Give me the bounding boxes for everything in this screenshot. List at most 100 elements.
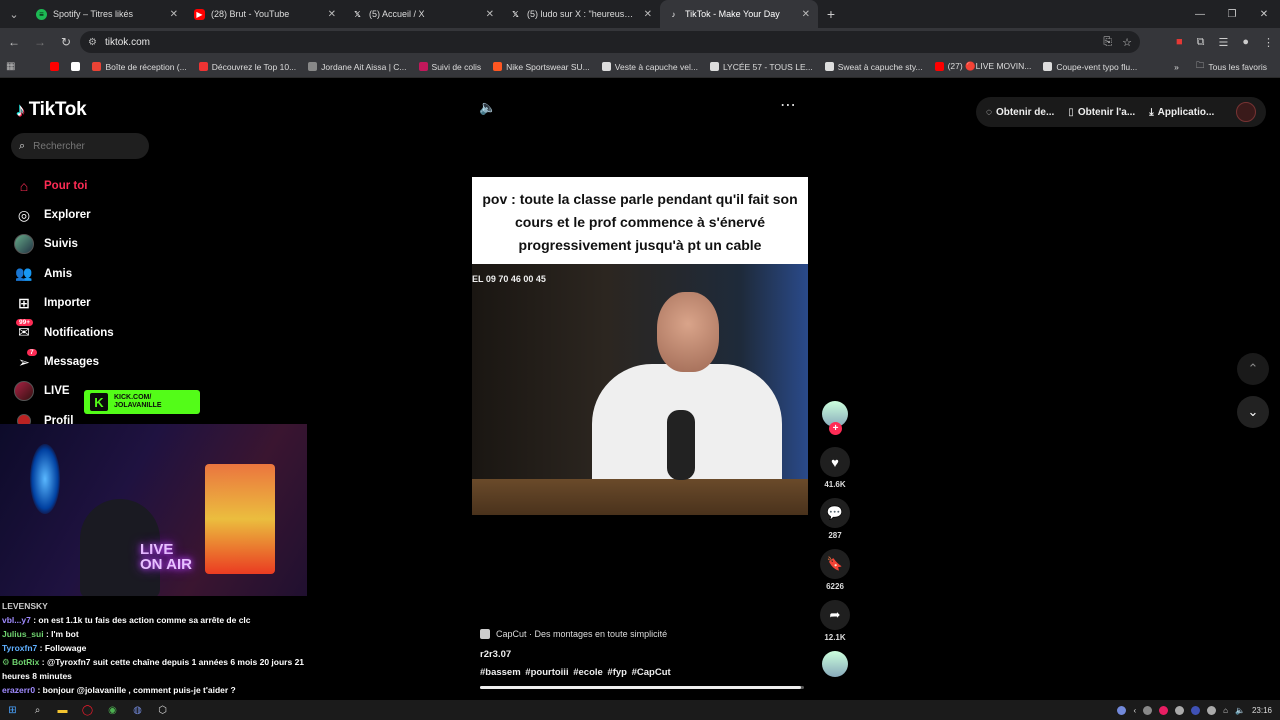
sidebar-item-messages[interactable]: ➢ 7 Messages	[14, 347, 204, 376]
tray-app-icon[interactable]	[1143, 705, 1153, 715]
windows-start-icon[interactable]: ⊞	[0, 700, 25, 720]
discord-tray-icon[interactable]	[1117, 705, 1127, 715]
video-progress-bar[interactable]	[480, 686, 804, 689]
maximize-icon[interactable]: ❐	[1216, 0, 1248, 28]
bookmark-youtube[interactable]	[47, 62, 62, 71]
profile-avatar[interactable]: ●	[1242, 36, 1249, 48]
bookmark-live[interactable]: (27) 🔴LIVE MOVIN...	[932, 61, 1035, 72]
bookmark-coupe-vent[interactable]: Coupe-vent typo flu...	[1040, 62, 1140, 72]
bookmark-suivi[interactable]: Suivi de colis	[416, 62, 485, 72]
author-name[interactable]: r2r3.07	[480, 649, 810, 660]
save-button[interactable]: 🔖	[820, 549, 850, 579]
bookmark-lycee[interactable]: LYCÉE 57 - TOUS LE...	[707, 62, 816, 72]
install-app-icon[interactable]: ⎘	[1103, 36, 1112, 49]
bookmark-label: Suivi de colis	[431, 61, 482, 72]
tab-spotify[interactable]: ≡ Spotify – Titres likés ✕	[28, 0, 186, 28]
sidebar-item-importer[interactable]: ⊞ Importer	[14, 289, 204, 318]
tab-youtube[interactable]: ▶ (28) Brut - YouTube ✕	[186, 0, 344, 28]
close-tab-icon[interactable]: ✕	[486, 9, 494, 20]
close-tab-icon[interactable]: ✕	[170, 9, 178, 20]
video-player[interactable]: pov : toute la classe parle pendant qu'i…	[472, 177, 808, 515]
file-explorer-icon[interactable]: ▬	[50, 700, 75, 720]
search-input[interactable]: ⌕ Rechercher	[11, 133, 149, 159]
site-info-icon[interactable]: ⚙	[88, 37, 97, 48]
hashtags[interactable]: #bassem #pourtoiii #ecole #fyp #CapCut	[480, 667, 810, 678]
more-options-icon[interactable]: ⋯	[780, 95, 797, 115]
get-app-button[interactable]: ▯ Obtenir l'a...	[1068, 107, 1135, 118]
apps-grid-icon[interactable]: ▦	[6, 61, 15, 72]
capcut-link[interactable]: CapCut · Des montages en toute simplicit…	[480, 629, 810, 639]
sidebar-item-pour-toi[interactable]: ⌂ Pour toi	[14, 171, 204, 200]
like-button[interactable]: ♥	[820, 447, 850, 477]
site-icon	[418, 62, 428, 71]
more-bookmarks-icon[interactable]: »	[1174, 62, 1179, 72]
volume-icon[interactable]: 🔈	[1235, 706, 1245, 715]
share-button[interactable]: ➦	[820, 600, 850, 630]
chevron-tray-icon[interactable]: ‹	[1133, 706, 1136, 715]
neon-line: ON AIR	[140, 556, 192, 573]
next-video-button[interactable]: ⌄	[1237, 396, 1269, 428]
music-avatar[interactable]	[822, 651, 848, 677]
creator-avatar[interactable]: +	[822, 401, 848, 435]
volume-icon[interactable]: 🔈	[479, 99, 496, 116]
reload-icon[interactable]: ↻	[54, 30, 78, 54]
bookmark-gmail[interactable]: Boîte de réception (...	[89, 62, 189, 72]
desktop-app-button[interactable]: ⤓ Applicatio...	[1149, 107, 1214, 118]
tray-app-icon[interactable]	[1175, 705, 1185, 715]
tab-x-home[interactable]: 𝕏 (5) Accueil / X ✕	[344, 0, 502, 28]
clock-text[interactable]: 23:16	[1252, 706, 1272, 715]
discord-icon[interactable]: ◍	[125, 700, 150, 720]
sidebar-item-amis[interactable]: 👥 Amis	[14, 259, 204, 288]
extension-red-icon[interactable]: ■	[1176, 36, 1183, 48]
tray-app-icon[interactable]	[1191, 705, 1201, 715]
sidebar-item-explorer[interactable]: ◎ Explorer	[14, 200, 204, 229]
close-tab-icon[interactable]: ✕	[328, 9, 336, 20]
browser-menu-icon[interactable]: ⋮	[1263, 36, 1274, 49]
bookmark-star-icon[interactable]: ☆	[1122, 36, 1132, 49]
bookmark-sweat[interactable]: Sweat à capuche sty...	[822, 62, 926, 72]
follow-plus-icon[interactable]: +	[829, 422, 842, 435]
person-head	[657, 292, 719, 372]
bookmark-doc[interactable]	[68, 62, 83, 71]
minimize-icon[interactable]: —	[1184, 0, 1216, 28]
sidebar-item-notifications[interactable]: ✉ 99+ Notifications	[14, 318, 204, 347]
bookmark-jordane[interactable]: Jordane Ait Aissa | C...	[305, 62, 409, 72]
tab-title: Spotify – Titres likés	[53, 9, 134, 19]
close-tab-icon[interactable]: ✕	[802, 9, 810, 20]
tray-app-icon[interactable]	[1207, 705, 1217, 715]
tiktok-page: ♪ TikTok ⌕ Rechercher ⌂ Pour toi ◎ Explo…	[0, 79, 1280, 699]
chrome-icon[interactable]: ◉	[100, 700, 125, 720]
sidebar-item-suivis[interactable]: Suivis	[14, 230, 204, 259]
bookmark-veste[interactable]: Veste à capuche vel...	[599, 62, 701, 72]
get-coins-button[interactable]: ◌ Obtenir de...	[986, 107, 1054, 118]
sidebar-item-label: Amis	[44, 267, 73, 280]
tab-x-post[interactable]: 𝕏 (5) ludo sur X : "heureusement ✕	[502, 0, 660, 28]
gmail-icon	[92, 62, 102, 71]
bookmark-nike[interactable]: Nike Sportswear SU...	[490, 62, 593, 72]
back-icon[interactable]: ←	[2, 30, 26, 54]
reading-list-icon[interactable]: ☰	[1218, 36, 1228, 49]
close-tab-icon[interactable]: ✕	[644, 9, 652, 20]
network-icon[interactable]: ⌂	[1223, 706, 1228, 715]
extensions-icon[interactable]: ⧉	[1197, 36, 1205, 49]
previous-video-button[interactable]: ⌃	[1237, 353, 1269, 385]
tab-tiktok[interactable]: ♪ TikTok - Make Your Day ✕	[660, 0, 818, 28]
app-icon[interactable]: ⬡	[150, 700, 175, 720]
opera-icon[interactable]: ◯	[75, 700, 100, 720]
tiktok-logo[interactable]: ♪ TikTok	[16, 99, 87, 121]
new-tab-button[interactable]: +	[818, 6, 844, 22]
bookmark-top10[interactable]: Découvrez le Top 10...	[196, 62, 299, 72]
all-bookmarks-folder[interactable]: 🗀 Tous les favoris	[1193, 60, 1270, 74]
comment-button[interactable]: 💬	[820, 498, 850, 528]
chat-message: Julius_sui : I'm bot	[2, 627, 332, 641]
search-icon[interactable]: ⌕	[25, 700, 50, 720]
close-window-icon[interactable]: ✕	[1248, 0, 1280, 28]
user-avatar[interactable]	[1236, 102, 1256, 122]
os-taskbar: ⊞ ⌕ ▬ ◯ ◉ ◍ ⬡ ‹ ⌂ 🔈 23:16	[0, 700, 1280, 720]
tab-search-icon[interactable]: ⌄	[0, 0, 28, 28]
chat-text: : Followage	[39, 643, 87, 653]
forward-icon[interactable]: →	[28, 30, 52, 54]
phone-icon: ▯	[1068, 106, 1074, 118]
tray-app-icon[interactable]	[1159, 705, 1169, 715]
url-bar[interactable]: ⚙ tiktok.com ⎘ ☆	[80, 31, 1140, 53]
